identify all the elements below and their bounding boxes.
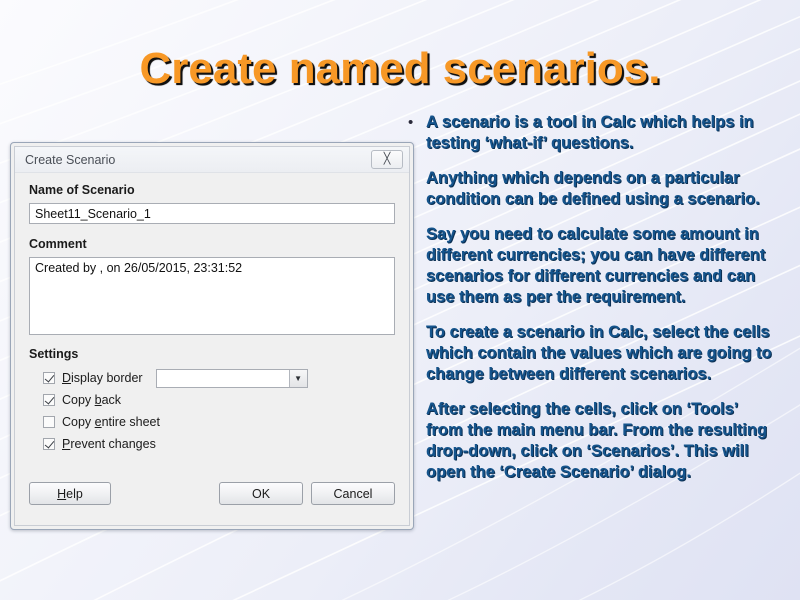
create-scenario-dialog: Create Scenario ╳ Name of Scenario Sheet… bbox=[10, 142, 414, 530]
list-item: • To create a scenario in Calc, select t… bbox=[404, 322, 776, 385]
checkbox-label-prevent-changes: Prevent changes bbox=[62, 437, 156, 451]
checkbox-row-prevent-changes: Prevent changes bbox=[29, 434, 395, 454]
close-icon[interactable]: ╳ bbox=[371, 150, 403, 169]
slide-title: Create named scenarios. bbox=[139, 44, 661, 93]
checkbox-row-copy-entire-sheet: Copy entire sheet bbox=[29, 412, 395, 432]
chevron-down-icon[interactable]: ▼ bbox=[288, 369, 307, 387]
checkbox-row-copy-back: Copy back bbox=[29, 390, 395, 410]
dialog-title: Create Scenario bbox=[25, 152, 116, 167]
checkbox-label-copy-back: Copy back bbox=[62, 393, 122, 407]
dialog-inner: Create Scenario ╳ Name of Scenario Sheet… bbox=[14, 146, 410, 526]
name-of-scenario-label: Name of Scenario bbox=[29, 183, 135, 197]
dialog-titlebar: Create Scenario ╳ bbox=[15, 147, 409, 173]
dialog-button-row: Help OK Cancel bbox=[15, 482, 409, 505]
name-of-scenario-input[interactable]: Sheet11_Scenario_1 bbox=[29, 203, 395, 224]
checkbox-copy-entire-sheet[interactable] bbox=[43, 416, 55, 428]
list-item: • Say you need to calculate some amount … bbox=[404, 224, 776, 308]
comment-label: Comment bbox=[29, 237, 87, 251]
border-color-dropdown[interactable]: ▼ bbox=[155, 368, 308, 388]
bullet-text: A scenario is a tool in Calc which helps… bbox=[426, 113, 754, 152]
border-color-value bbox=[156, 369, 289, 387]
dialog-body: Name of Scenario Sheet11_Scenario_1 Comm… bbox=[15, 173, 409, 454]
checkbox-label-display-border: Display border bbox=[62, 371, 143, 385]
help-button[interactable]: Help bbox=[29, 482, 111, 505]
ok-button[interactable]: OK bbox=[219, 482, 303, 505]
checkbox-row-display-border: Display border ▼ bbox=[29, 368, 395, 388]
bullet-list: • A scenario is a tool in Calc which hel… bbox=[404, 112, 776, 497]
list-item: • A scenario is a tool in Calc which hel… bbox=[404, 112, 776, 154]
comment-textarea[interactable]: Created by , on 26/05/2015, 23:31:52 bbox=[29, 257, 395, 335]
checkbox-display-border[interactable] bbox=[43, 372, 55, 384]
checkbox-copy-back[interactable] bbox=[43, 394, 55, 406]
bullet-text: Say you need to calculate some amount in… bbox=[426, 225, 766, 306]
cancel-button[interactable]: Cancel bbox=[311, 482, 395, 505]
checkbox-label-copy-entire-sheet: Copy entire sheet bbox=[62, 415, 160, 429]
list-item: • Anything which depends on a particular… bbox=[404, 168, 776, 210]
settings-label: Settings bbox=[29, 347, 79, 361]
slide-canvas: Create named scenarios. • A scenario is … bbox=[0, 0, 800, 600]
bullet-text: To create a scenario in Calc, select the… bbox=[426, 323, 772, 383]
list-item: • After selecting the cells, click on ‘T… bbox=[404, 399, 776, 483]
bullet-text: After selecting the cells, click on ‘Too… bbox=[426, 400, 768, 481]
bullet-text: Anything which depends on a particular c… bbox=[426, 169, 760, 208]
bullet-marker-icon: • bbox=[408, 114, 414, 131]
checkbox-prevent-changes[interactable] bbox=[43, 438, 55, 450]
